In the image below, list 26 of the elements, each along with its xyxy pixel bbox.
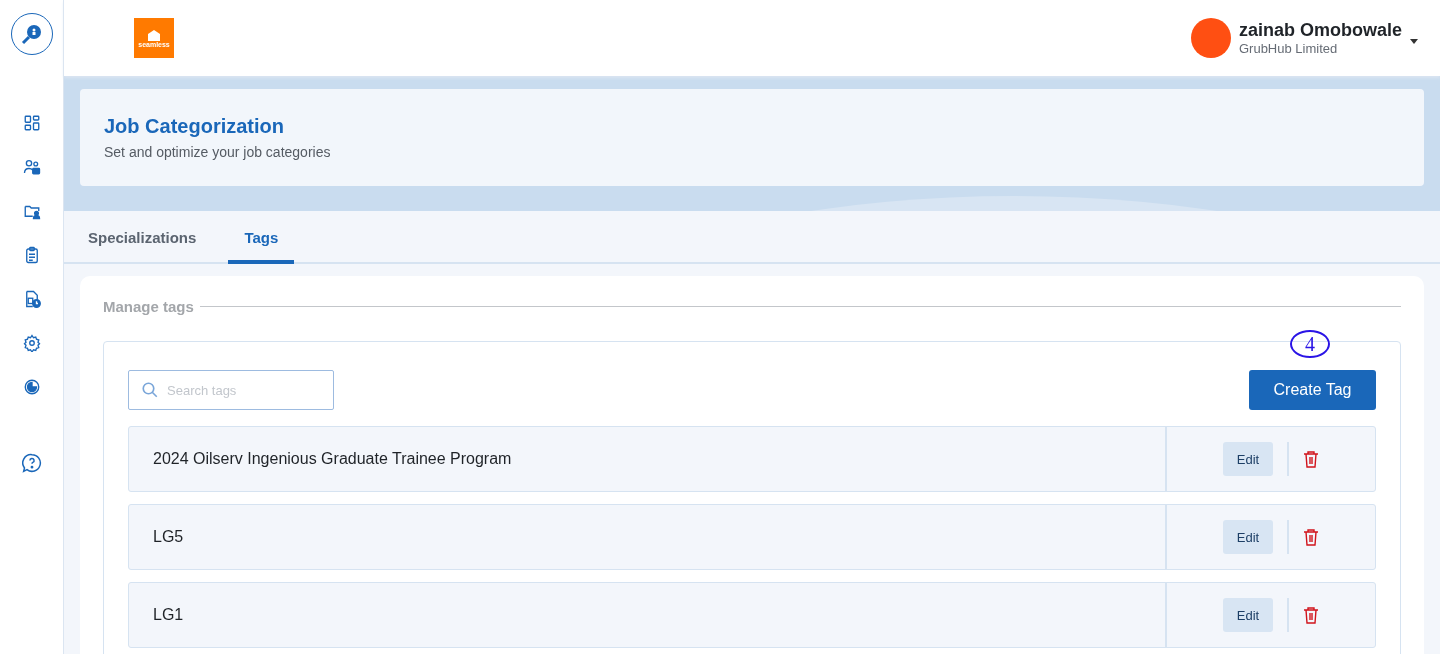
edit-button[interactable]: Edit <box>1223 520 1273 554</box>
tag-name: LG1 <box>153 606 184 624</box>
company-name: GrubHub Limited <box>1238 41 1339 56</box>
search-field[interactable]: Search tags <box>128 370 334 410</box>
trash-icon[interactable] <box>1303 528 1319 546</box>
page-title: Job Categorization <box>104 115 285 138</box>
trash-icon[interactable] <box>1303 450 1319 468</box>
tab[interactable]: Specializations <box>72 211 213 264</box>
caret-icon[interactable] <box>1410 38 1418 44</box>
annotation-marker: 4 <box>1290 330 1330 358</box>
pie-chart-icon <box>22 378 41 396</box>
grid-icon <box>22 114 41 132</box>
user-name[interactable]: zainab Omobowale <box>1238 20 1402 41</box>
trash-icon[interactable] <box>1303 606 1319 624</box>
section-heading: Manage tags <box>103 298 194 315</box>
people-icon <box>22 158 41 176</box>
edit-button[interactable]: Edit <box>1223 442 1273 476</box>
tab[interactable]: Tags <box>228 211 295 264</box>
tag-name: LG5 <box>153 528 184 546</box>
edit-button[interactable]: Edit <box>1223 598 1273 632</box>
tag-name: 2024 Oilserv Ingenious Graduate Trainee Program <box>153 450 512 468</box>
create-tag-button[interactable]: Create Tag <box>1249 370 1376 410</box>
page-subtitle: Set and optimize your job categories <box>104 144 332 160</box>
avatar-photo-placeholder <box>1190 18 1231 58</box>
settings-icon <box>22 334 41 352</box>
help-icon[interactable] <box>21 453 42 473</box>
